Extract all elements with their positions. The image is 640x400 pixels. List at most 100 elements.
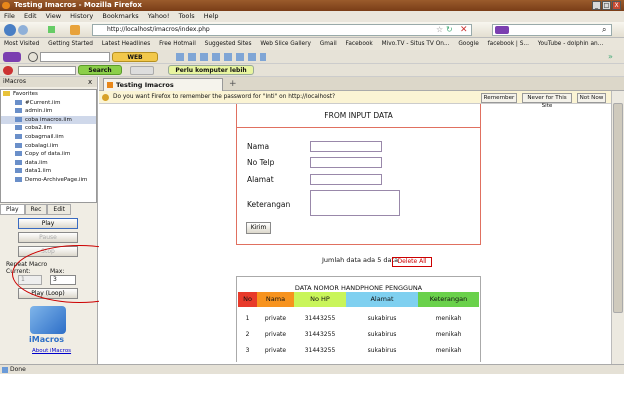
bookmark-web-slice[interactable]: Web Slice Gallery: [260, 41, 311, 47]
options-icon[interactable]: [28, 52, 38, 62]
promo-link[interactable]: Perlu komputer lebih cepat?: [168, 65, 254, 84]
macro-file-icon: [15, 125, 22, 131]
macro-file-icon: [15, 168, 22, 174]
keterangan-textarea[interactable]: [310, 190, 400, 216]
menu-help[interactable]: Help: [204, 12, 219, 20]
tab-edit[interactable]: Edit: [47, 204, 72, 215]
menu-yahoo[interactable]: Yahoo!: [148, 12, 170, 20]
never-for-site-button[interactable]: Never for This Site: [522, 93, 572, 109]
tree-item-selected[interactable]: coba imacros.iim: [1, 115, 96, 125]
bookmark-most-visited[interactable]: Most Visited: [4, 41, 39, 47]
kirim-button[interactable]: Kirim: [246, 222, 271, 234]
menu-bookmarks[interactable]: Bookmarks: [102, 12, 138, 20]
cell-hp: 31443255: [304, 331, 336, 338]
macro-file-icon: [15, 151, 22, 157]
macro-file-icon: [15, 176, 22, 182]
telp-input[interactable]: [310, 157, 382, 168]
status-bar: Done: [0, 364, 624, 374]
toolbar2-input[interactable]: [18, 66, 76, 75]
tab-testing-imacros[interactable]: Testing Imacros: [103, 78, 223, 91]
refresh-icon[interactable]: ↻: [446, 25, 455, 35]
macro-file-icon: [15, 116, 22, 122]
reload-icon[interactable]: [48, 26, 55, 33]
cell-alamat: sukabirus: [367, 331, 397, 338]
menu-file[interactable]: File: [4, 12, 15, 20]
web-search-button[interactable]: WEB SEARCH: [112, 52, 158, 71]
tree-item[interactable]: coba2.iim: [1, 124, 96, 133]
close-button[interactable]: X: [612, 1, 621, 10]
bookmark-facebook[interactable]: Facebook: [346, 41, 373, 47]
toolbar-icons[interactable]: [176, 53, 266, 61]
tree-item[interactable]: cobagmail.iim: [1, 133, 96, 142]
home-icon[interactable]: [70, 25, 80, 35]
firefox-icon: [2, 2, 10, 9]
cell-nama: private: [264, 331, 287, 338]
about-imacros-link[interactable]: About iMacros: [32, 348, 71, 354]
bookmark-gmail[interactable]: Gmail: [320, 41, 337, 47]
nama-input[interactable]: [310, 141, 382, 152]
tree-item[interactable]: Copy of data.iim: [1, 150, 96, 159]
tree-folder-favorites[interactable]: Favorites: [1, 90, 96, 99]
yahoo-icon[interactable]: [3, 52, 21, 62]
back-icon[interactable]: [4, 24, 16, 36]
menu-view[interactable]: View: [46, 12, 61, 20]
window-title: Testing Imacros - Mozilla Firefox: [14, 1, 142, 9]
imacros-sidebar: iMacros x Favorites #Current.iim admin.i…: [0, 77, 98, 364]
cell-nama: private: [264, 347, 287, 354]
pause-button[interactable]: Pause: [18, 232, 78, 243]
bookmark-facebook-s[interactable]: facebook | S...: [488, 41, 529, 47]
stop-icon[interactable]: ✕: [460, 25, 469, 35]
toolbar-more-icon[interactable]: »: [608, 52, 618, 62]
tree-item[interactable]: data1.iim: [1, 167, 96, 176]
minimize-button[interactable]: _: [592, 1, 601, 10]
input-form: FROM INPUT DATA Nama No Telp Alamat Kete…: [236, 104, 481, 245]
tree-item[interactable]: #Current.iim: [1, 99, 96, 108]
key-icon: [102, 94, 109, 101]
not-now-button[interactable]: Not Now: [577, 93, 606, 103]
sidebar-header: iMacros: [0, 77, 97, 87]
bookmark-free-hotmail[interactable]: Free Hotmail: [159, 41, 196, 47]
page-favicon-icon: [107, 82, 113, 88]
status-text: Done: [10, 366, 26, 373]
bookmarks-toolbar: Most Visited Getting Started Latest Head…: [0, 38, 624, 50]
vertical-scrollbar[interactable]: [611, 91, 624, 364]
bookmark-mivo[interactable]: Mivo.TV - Situs TV On...: [382, 41, 450, 47]
th-alamat: Alamat: [346, 292, 418, 307]
tab-play[interactable]: Play: [0, 204, 25, 215]
bookmark-star-icon[interactable]: ☆: [436, 25, 445, 35]
url-bar[interactable]: http://localhost/imacros/index.php: [92, 24, 472, 36]
alamat-input[interactable]: [310, 174, 382, 185]
delete-all-button[interactable]: Delete All: [392, 257, 432, 267]
label-alamat: Alamat: [247, 175, 274, 184]
toolbar-search-input[interactable]: [40, 52, 110, 62]
menu-edit[interactable]: Edit: [24, 12, 37, 20]
bookmark-latest-headlines[interactable]: Latest Headlines: [102, 41, 150, 47]
cell-alamat: sukabirus: [367, 347, 397, 354]
tree-item[interactable]: Demo-ArchivePage.iim: [1, 176, 96, 185]
play-button[interactable]: Play: [18, 218, 78, 229]
tab-rec[interactable]: Rec: [24, 204, 48, 215]
new-tab-button[interactable]: +: [229, 78, 237, 90]
search-icon[interactable]: ⌕: [602, 25, 611, 35]
tree-item[interactable]: admin.iim: [1, 107, 96, 116]
forward-icon[interactable]: [18, 25, 28, 35]
maximize-button[interactable]: □: [602, 1, 611, 10]
tree-item[interactable]: data.iim: [1, 159, 96, 168]
bookmark-youtube[interactable]: YouTube - dolphin an...: [538, 41, 603, 47]
tree-item[interactable]: cobalagi.iim: [1, 142, 96, 151]
bookmark-suggested-sites[interactable]: Suggested Sites: [205, 41, 252, 47]
th-no-hp: No HP: [294, 292, 346, 307]
sidebar-close-icon[interactable]: x: [88, 78, 92, 86]
smiley-icon[interactable]: [130, 66, 154, 75]
search-input[interactable]: [492, 24, 612, 36]
macro-tree[interactable]: Favorites #Current.iim admin.iim coba im…: [0, 89, 97, 203]
menu-bar: File Edit View History Bookmarks Yahoo! …: [0, 11, 624, 22]
macro-file-icon: [15, 159, 22, 165]
menu-tools[interactable]: Tools: [179, 12, 195, 20]
bookmark-getting-started[interactable]: Getting Started: [48, 41, 93, 47]
search-button[interactable]: Search: [78, 65, 122, 75]
menu-history[interactable]: History: [70, 12, 93, 20]
scrollbar-thumb[interactable]: [613, 103, 623, 313]
bookmark-google[interactable]: Google: [458, 41, 478, 47]
remember-button[interactable]: Remember: [481, 93, 517, 103]
